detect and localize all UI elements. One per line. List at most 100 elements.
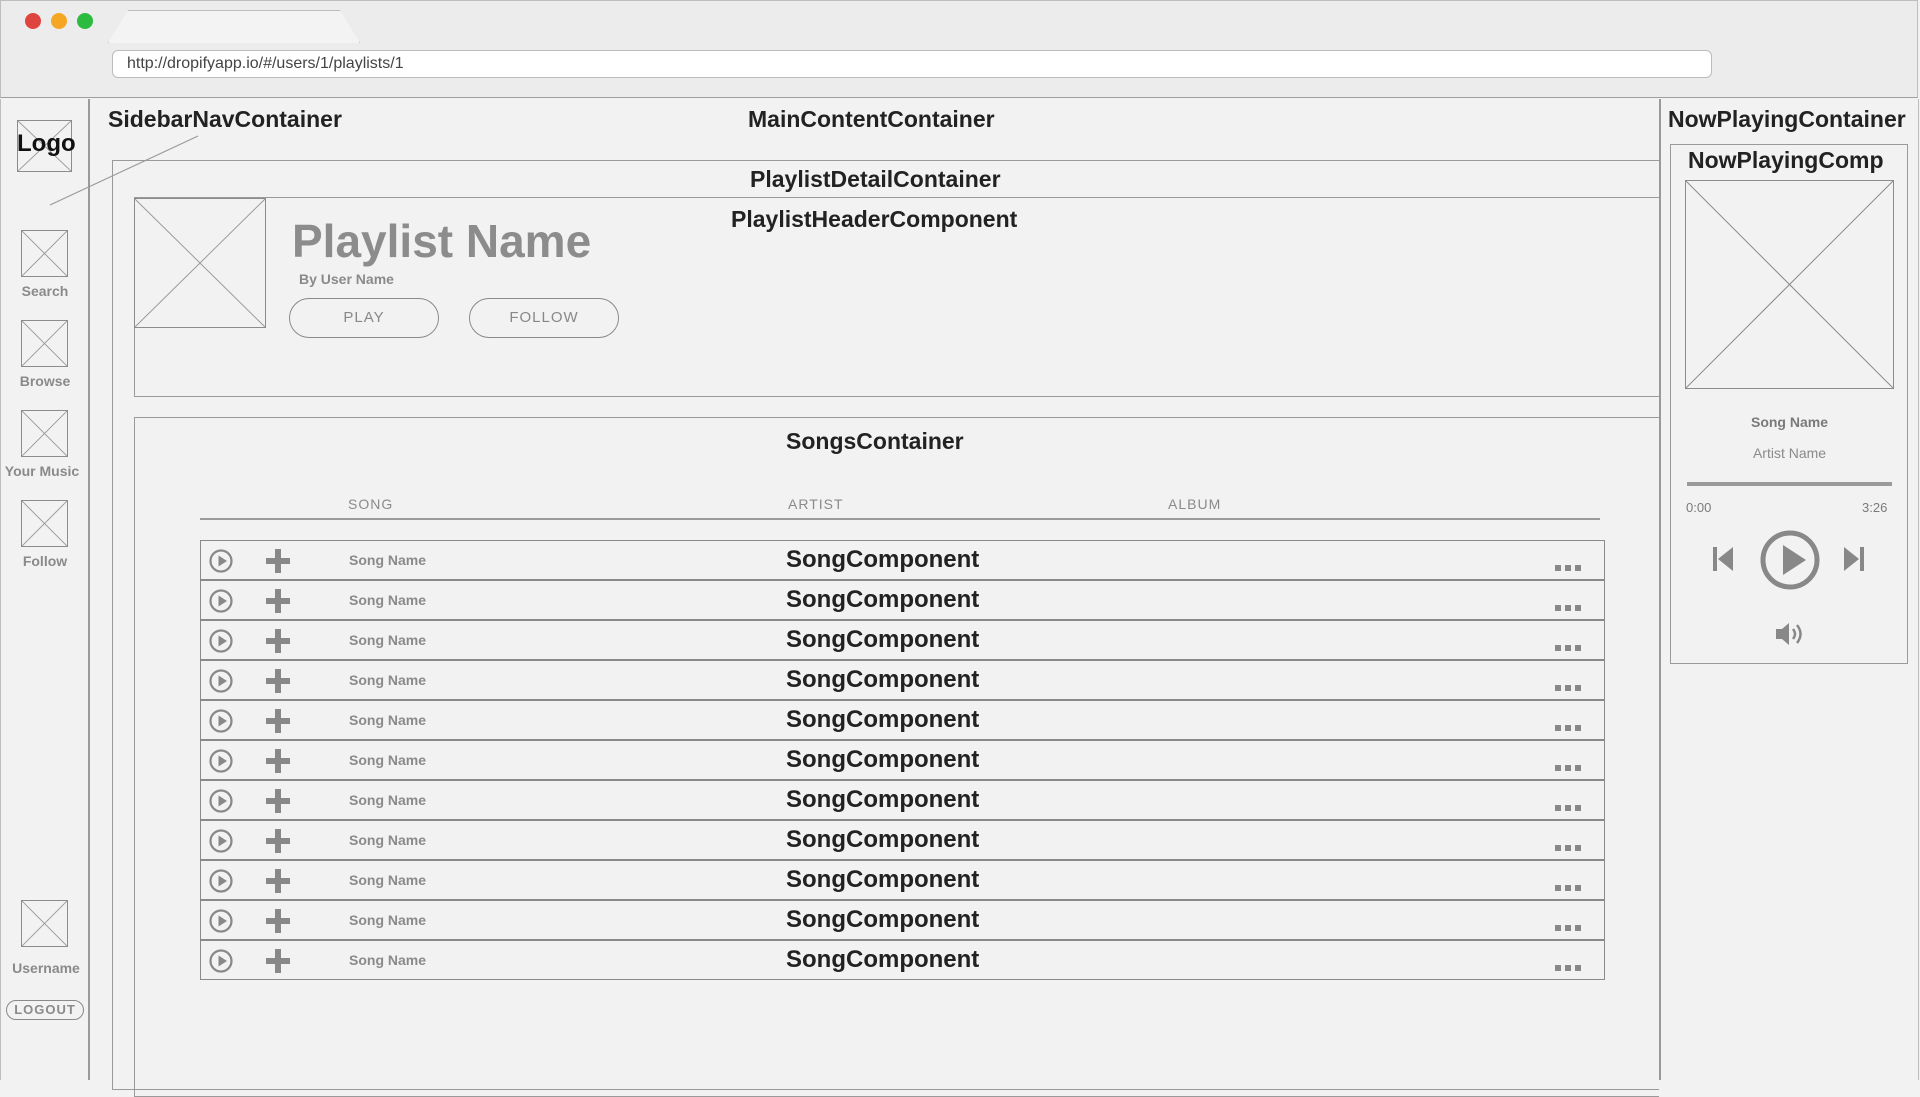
add-song-icon[interactable] <box>265 588 291 614</box>
follow-icon[interactable] <box>21 500 68 547</box>
song-component-label: SongComponent <box>786 786 980 813</box>
song-component-label: SongComponent <box>786 626 980 653</box>
play-song-icon[interactable] <box>209 789 233 813</box>
add-song-icon[interactable] <box>265 828 291 854</box>
songs-container-label: SongsContainer <box>786 428 964 454</box>
table-header-divider <box>200 518 1600 520</box>
song-name: Song Name <box>349 552 427 568</box>
more-options-icon[interactable] <box>1555 958 1581 971</box>
table-row[interactable]: Song Name SongComponent <box>200 580 1605 620</box>
follow-button[interactable]: FOLLOW <box>469 298 619 338</box>
volume-icon[interactable] <box>1774 620 1806 648</box>
more-options-icon[interactable] <box>1555 798 1581 811</box>
your-music-icon[interactable] <box>21 410 68 457</box>
song-name: Song Name <box>349 712 427 728</box>
sidebar-item-your-music[interactable]: Your Music <box>0 463 87 479</box>
column-header-artist[interactable]: ARTIST <box>788 496 844 512</box>
more-options-icon[interactable] <box>1555 678 1581 691</box>
play-song-icon[interactable] <box>209 589 233 613</box>
browse-icon[interactable] <box>21 320 68 367</box>
song-component-label: SongComponent <box>786 826 980 853</box>
table-row[interactable]: Song Name SongComponent <box>200 700 1605 740</box>
add-song-icon[interactable] <box>265 948 291 974</box>
more-options-icon[interactable] <box>1555 598 1581 611</box>
song-name: Song Name <box>349 952 427 968</box>
add-song-icon[interactable] <box>265 548 291 574</box>
playlist-owner: By User Name <box>299 271 394 287</box>
elapsed-time: 0:00 <box>1686 500 1712 515</box>
song-name: Song Name <box>349 672 427 688</box>
play-song-icon[interactable] <box>209 749 233 773</box>
song-name: Song Name <box>349 592 427 608</box>
sidebar-item-search[interactable]: Search <box>0 283 90 299</box>
song-name: Song Name <box>349 632 427 648</box>
add-song-icon[interactable] <box>265 708 291 734</box>
song-component-label: SongComponent <box>786 906 980 933</box>
now-playing-song: Song Name <box>1750 414 1828 430</box>
table-row[interactable]: Song Name SongComponent <box>200 620 1605 660</box>
sidebar-item-browse[interactable]: Browse <box>0 373 90 389</box>
table-row[interactable]: Song Name SongComponent <box>200 940 1605 980</box>
table-row[interactable]: Song Name SongComponent <box>200 820 1605 860</box>
song-component-label: SongComponent <box>786 866 980 893</box>
play-pause-icon[interactable] <box>1759 529 1821 591</box>
table-row[interactable]: Song Name SongComponent <box>200 540 1605 580</box>
table-row[interactable]: Song Name SongComponent <box>200 900 1605 940</box>
more-options-icon[interactable] <box>1555 878 1581 891</box>
now-playing-artist: Artist Name <box>1752 445 1827 461</box>
column-header-album[interactable]: ALBUM <box>1168 496 1221 512</box>
add-song-icon[interactable] <box>265 628 291 654</box>
user-avatar-icon[interactable] <box>21 900 68 947</box>
play-song-icon[interactable] <box>209 549 233 573</box>
play-song-icon[interactable] <box>209 629 233 653</box>
add-song-icon[interactable] <box>265 868 291 894</box>
more-options-icon[interactable] <box>1555 918 1581 931</box>
sidebar-container-label: SidebarNavContainer <box>108 106 342 132</box>
more-options-icon[interactable] <box>1555 758 1581 771</box>
main-container-label: MainContentContainer <box>748 106 995 132</box>
detail-container-label: PlaylistDetailContainer <box>750 166 1001 192</box>
play-song-icon[interactable] <box>209 869 233 893</box>
now-playing-comp-label: NowPlayingComp <box>1688 147 1884 173</box>
add-song-icon[interactable] <box>265 908 291 934</box>
song-name: Song Name <box>349 912 427 928</box>
table-row[interactable]: Song Name SongComponent <box>200 660 1605 700</box>
song-component-label: SongComponent <box>786 546 980 573</box>
add-song-icon[interactable] <box>265 668 291 694</box>
header-component-label: PlaylistHeaderComponent <box>731 206 1018 232</box>
play-song-icon[interactable] <box>209 829 233 853</box>
sidebar-username[interactable]: Username <box>1 960 91 976</box>
table-row[interactable]: Song Name SongComponent <box>200 860 1605 900</box>
playlist-cover-image <box>134 198 266 328</box>
play-song-icon[interactable] <box>209 949 233 973</box>
song-name: Song Name <box>349 792 427 808</box>
more-options-icon[interactable] <box>1555 558 1581 571</box>
table-row[interactable]: Song Name SongComponent <box>200 780 1605 820</box>
play-song-icon[interactable] <box>209 909 233 933</box>
song-component-label: SongComponent <box>786 746 980 773</box>
song-component-label: SongComponent <box>786 586 980 613</box>
song-name: Song Name <box>349 832 427 848</box>
address-bar[interactable]: http://dropifyapp.io/#/users/1/playlists… <box>112 50 1712 78</box>
add-song-icon[interactable] <box>265 748 291 774</box>
song-component-label: SongComponent <box>786 706 980 733</box>
play-song-icon[interactable] <box>209 669 233 693</box>
play-button[interactable]: PLAY <box>289 298 439 338</box>
play-song-icon[interactable] <box>209 709 233 733</box>
more-options-icon[interactable] <box>1555 718 1581 731</box>
more-options-icon[interactable] <box>1555 638 1581 651</box>
duration-time: 3:26 <box>1862 500 1888 515</box>
sidebar-item-follow[interactable]: Follow <box>0 553 90 569</box>
previous-track-icon[interactable] <box>1713 545 1735 573</box>
add-song-icon[interactable] <box>265 788 291 814</box>
search-icon[interactable] <box>21 230 68 277</box>
progress-bar[interactable] <box>1687 482 1892 486</box>
now-playing-album-art <box>1685 180 1894 389</box>
next-track-icon[interactable] <box>1842 545 1864 573</box>
column-header-song[interactable]: SONG <box>348 496 393 512</box>
song-component-label: SongComponent <box>786 946 980 973</box>
more-options-icon[interactable] <box>1555 838 1581 851</box>
table-row[interactable]: Song Name SongComponent <box>200 740 1605 780</box>
logout-button[interactable]: LOGOUT <box>6 1000 84 1020</box>
now-playing-container-label: NowPlayingContainer <box>1668 106 1906 132</box>
